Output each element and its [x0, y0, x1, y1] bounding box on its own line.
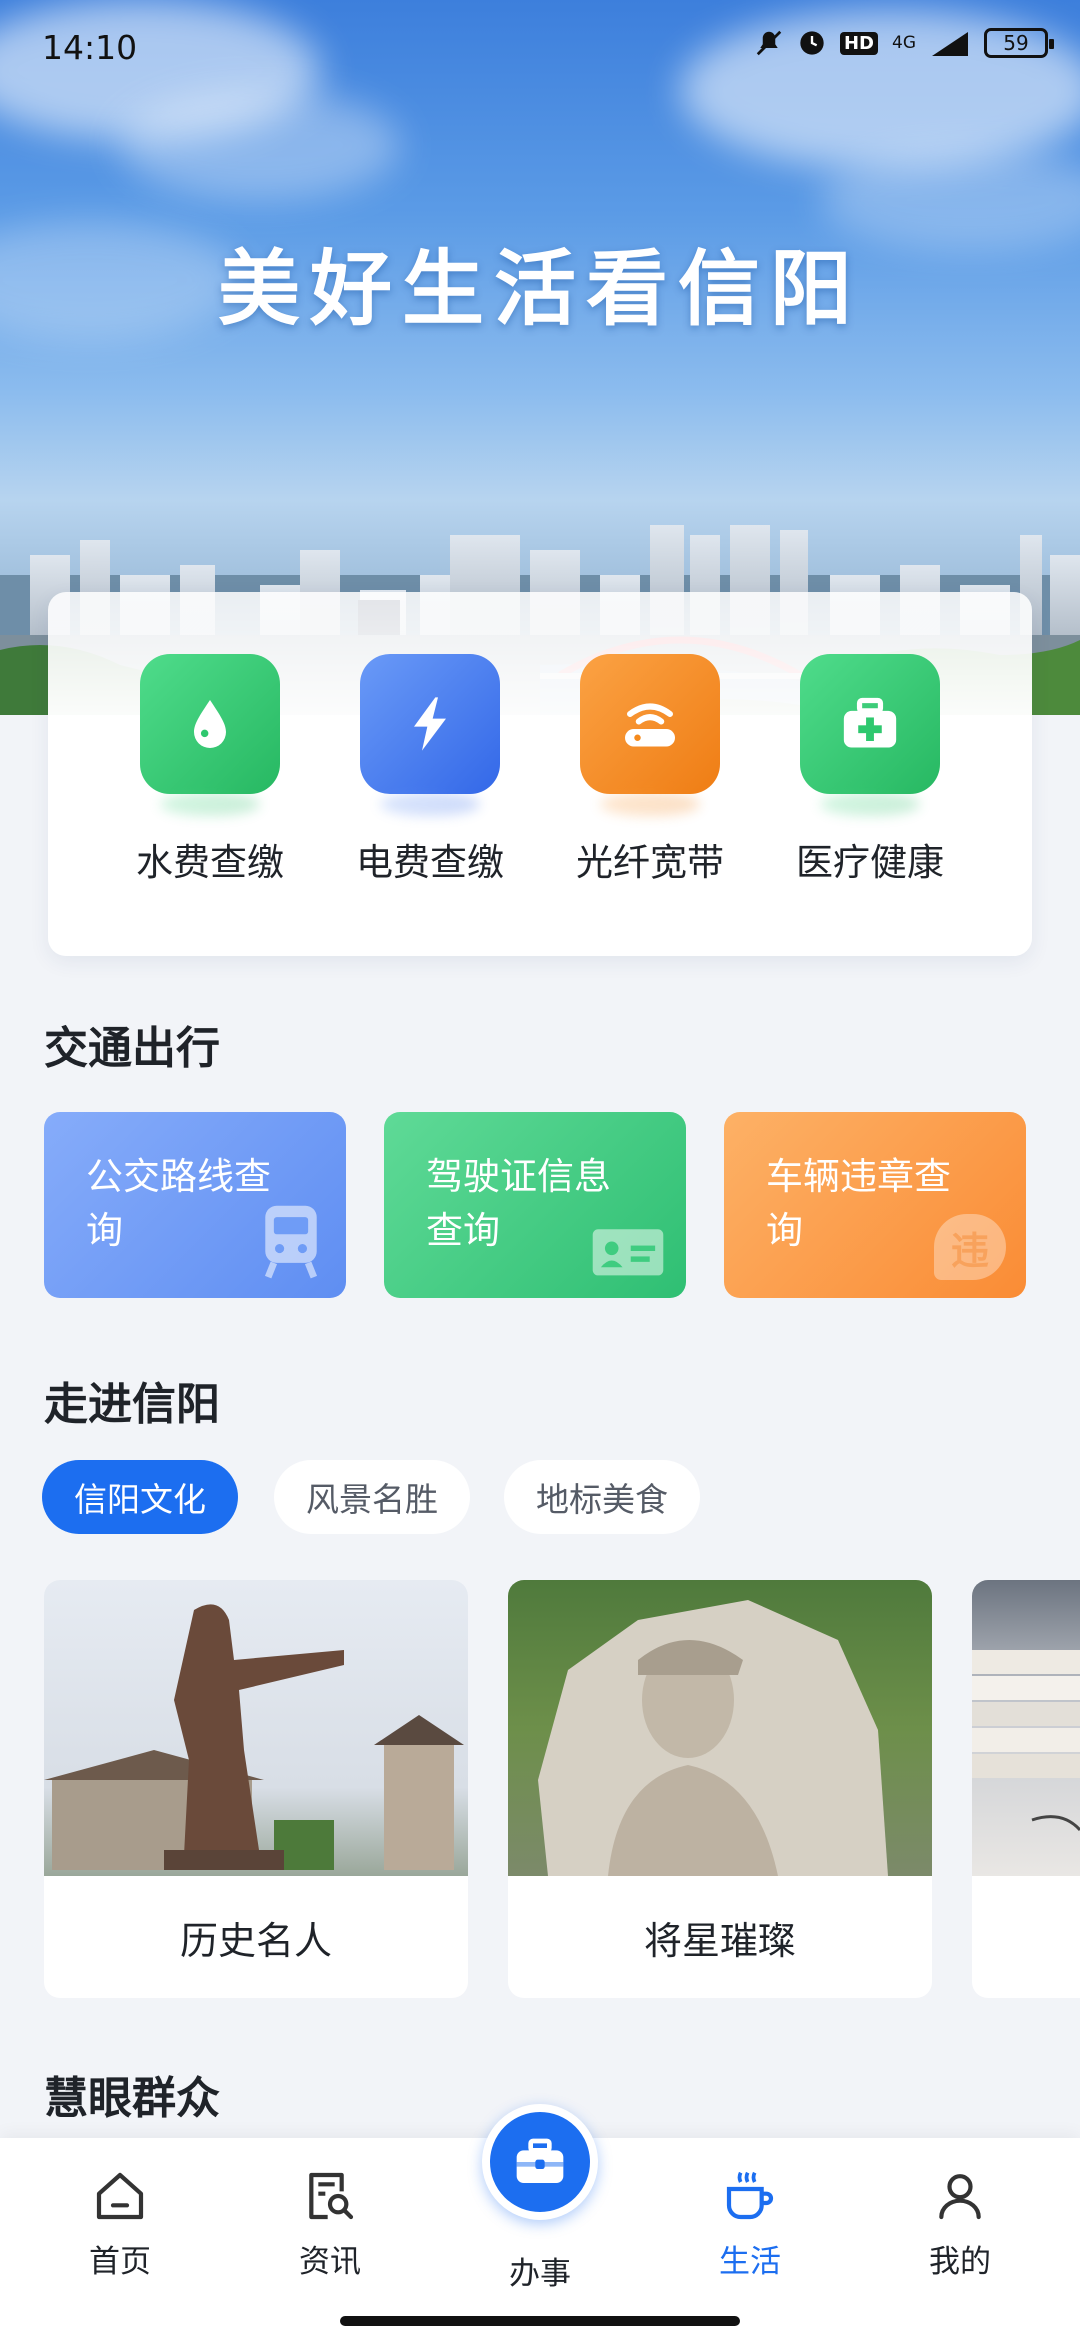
person-icon — [939, 2174, 981, 2220]
battery-icon: 59 — [984, 28, 1054, 58]
section-title-crowd: 慧眼群众 — [44, 2073, 220, 2124]
service-electric-fee[interactable]: 电费查缴 — [330, 654, 530, 886]
life-services-card: 水费查缴 电费查缴 光纤宽带 医疗健康 — [48, 592, 1032, 956]
hero-title: 美好生活看信阳 — [217, 242, 862, 337]
signal-icon — [932, 32, 968, 56]
mute-icon — [756, 30, 782, 56]
nav-services-button[interactable] — [482, 2104, 598, 2220]
coffee-cup-icon — [726, 2171, 774, 2220]
card-label: 公交路线查询 — [86, 1155, 271, 1252]
nav-label: 首页 — [89, 2244, 151, 2280]
medical-kit-icon — [800, 654, 940, 794]
section-title-traffic: 交通出行 — [44, 1023, 220, 1074]
bus-route-card[interactable]: 公交路线查询 — [44, 1112, 346, 1298]
router-icon — [580, 654, 720, 794]
nav-label: 办事 — [509, 2256, 571, 2292]
card-caption: 历史名人 — [179, 1918, 332, 1963]
bus-icon — [264, 1205, 318, 1279]
violation-icon: 违 — [934, 1214, 1006, 1280]
lightning-icon — [360, 654, 500, 794]
section-title-explore: 走进信阳 — [44, 1379, 220, 1430]
hd-badge: HD — [839, 31, 878, 55]
license-info-card[interactable]: 驾驶证信息查询 — [384, 1112, 686, 1298]
water-drop-icon — [140, 654, 280, 794]
alarm-icon — [800, 31, 824, 55]
card-label: 车辆违章查询 — [766, 1155, 951, 1252]
service-label: 电费查缴 — [356, 841, 504, 884]
battery-level: 59 — [1003, 31, 1029, 55]
service-broadband[interactable]: 光纤宽带 — [550, 654, 750, 886]
home-icon — [96, 2172, 144, 2220]
card-caption — [972, 1876, 1080, 1998]
service-label: 光纤宽带 — [576, 841, 724, 884]
tab-scenic-spots[interactable]: 风景名胜 — [274, 1460, 470, 1534]
general-relief-image — [508, 1580, 932, 1876]
service-label: 水费查缴 — [136, 841, 284, 884]
nav-label: 资讯 — [299, 2244, 361, 2280]
nav-news[interactable]: 资讯 — [260, 2168, 400, 2281]
status-time: 14:10 — [42, 28, 138, 67]
vehicle-violation-card[interactable]: 车辆违章查询 违 — [724, 1112, 1026, 1298]
tab-local-food[interactable]: 地标美食 — [504, 1460, 700, 1534]
service-label: 医疗健康 — [796, 841, 944, 884]
service-medical[interactable]: 医疗健康 — [770, 654, 970, 886]
books-image — [972, 1580, 1080, 1876]
briefcase-icon — [516, 2138, 564, 2183]
id-card-icon — [592, 1229, 664, 1276]
statue-image — [44, 1580, 468, 1876]
nav-life[interactable]: 生活 — [680, 2168, 820, 2281]
bottom-nav-bar: 首页 资讯 办事 生活 我的 — [0, 2104, 1080, 2340]
nav-services[interactable]: 办事 — [470, 2248, 610, 2293]
card-label: 驾驶证信息查询 — [426, 1155, 611, 1252]
nav-label: 我的 — [929, 2244, 991, 2280]
network-type: 4G — [892, 32, 916, 53]
status-bar: 14:10 HD 4G 59 — [0, 0, 1080, 96]
nav-label: 生活 — [719, 2244, 781, 2280]
culture-card-generals[interactable]: 将星璀璨 — [508, 1580, 932, 1998]
home-indicator[interactable] — [340, 2316, 740, 2326]
news-search-icon — [309, 2172, 354, 2220]
culture-card-partial[interactable] — [972, 1580, 1080, 1998]
card-caption: 将星璀璨 — [643, 1918, 796, 1963]
violation-icon-text: 违 — [950, 1228, 989, 1273]
nav-me[interactable]: 我的 — [890, 2168, 1030, 2281]
tab-xinyang-culture[interactable]: 信阳文化 — [42, 1460, 238, 1534]
service-water-fee[interactable]: 水费查缴 — [110, 654, 310, 886]
nav-home[interactable]: 首页 — [50, 2168, 190, 2281]
culture-card-historical-figures[interactable]: 历史名人 — [44, 1580, 468, 1998]
